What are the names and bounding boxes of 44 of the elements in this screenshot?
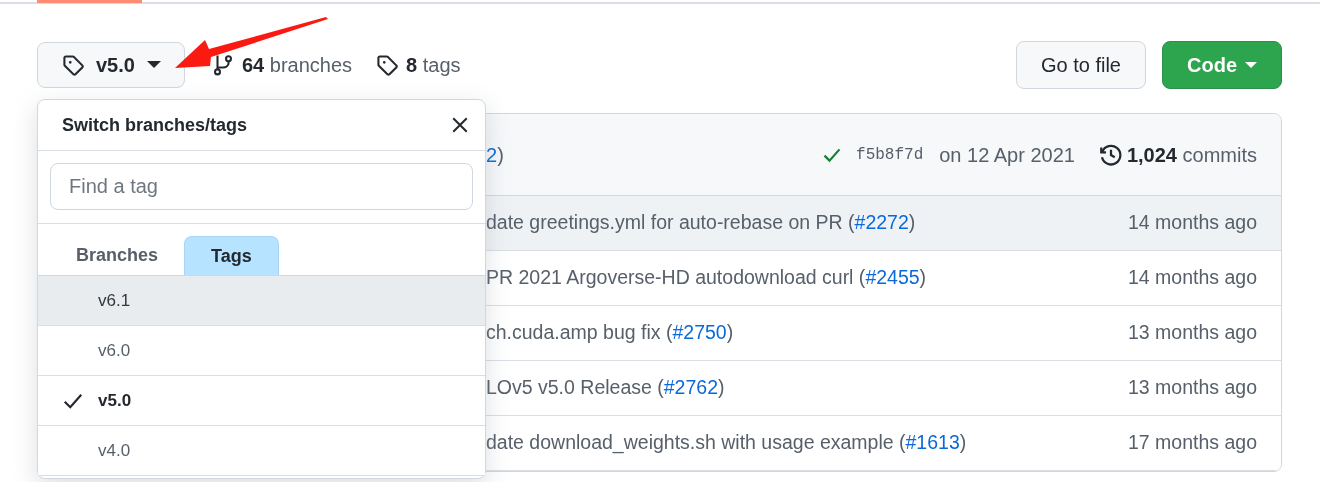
- dropdown-title: Switch branches/tags: [62, 113, 248, 137]
- commit-age: 14 months ago: [1128, 265, 1257, 291]
- tag-label: v4.0: [98, 439, 131, 462]
- tag-item[interactable]: v4.0: [38, 426, 485, 476]
- tag-icon: [62, 54, 84, 76]
- tag-item[interactable]: v5.0: [38, 376, 485, 426]
- tag-item[interactable]: v6.1: [38, 276, 485, 326]
- commit-message: date download_weights.sh with usage example (#1613): [486, 430, 967, 456]
- commit-message: ch.cuda.amp bug fix (#2750): [486, 320, 734, 346]
- pull-request-link[interactable]: #2272: [854, 211, 909, 234]
- commit-message: LOv5 v5.0 Release (#2762): [486, 375, 725, 401]
- commit-message: PR 2021 Argoverse-HD autodownload curl (#2455): [486, 265, 927, 291]
- tag-label: v6.0: [98, 339, 131, 362]
- commit-message: 2): [486, 142, 504, 168]
- tag-label: v6.1: [98, 289, 131, 312]
- branches-link[interactable]: 64 branches: [212, 50, 353, 80]
- commit-age: 13 months ago: [1128, 320, 1257, 346]
- commit-age: 13 months ago: [1128, 375, 1257, 401]
- tag-select-button[interactable]: v5.0: [37, 42, 185, 88]
- commit-link[interactable]: 2: [486, 143, 498, 166]
- pull-request-link[interactable]: #2750: [672, 321, 727, 344]
- caret-icon: [146, 61, 161, 69]
- search-field[interactable]: Find a tag: [50, 163, 473, 210]
- dropdown-tab[interactable]: Tags: [184, 236, 279, 275]
- commits-link[interactable]: 1,024 commits: [1098, 139, 1257, 170]
- branch-icon: [212, 54, 234, 76]
- tag-item[interactable]: v6.0: [38, 326, 485, 376]
- pull-request-link[interactable]: #1613: [905, 431, 960, 454]
- commit-message: date greetings.yml for auto-rebase on PR (#2272): [486, 210, 916, 236]
- commit-sha[interactable]: f5b8f7d: [856, 142, 924, 167]
- tag-label: v5.0: [98, 389, 132, 412]
- pull-request-link[interactable]: #2455: [865, 266, 920, 289]
- dropdown-tab[interactable]: Branches: [50, 236, 185, 275]
- caret-icon: [1245, 61, 1257, 69]
- tag-icon: [376, 54, 399, 76]
- history-icon: [1098, 142, 1123, 167]
- commit-age: 14 months ago: [1128, 210, 1257, 236]
- go-to-file-button[interactable]: Go to file: [1015, 41, 1146, 89]
- tags-link[interactable]: 8 tags: [376, 50, 461, 80]
- commit-age: 17 months ago: [1128, 430, 1257, 456]
- commit-date: on 12 Apr 2021: [939, 142, 1075, 168]
- close-icon: [451, 116, 469, 134]
- close-button[interactable]: [451, 116, 469, 134]
- pull-request-link[interactable]: #2762: [663, 376, 718, 399]
